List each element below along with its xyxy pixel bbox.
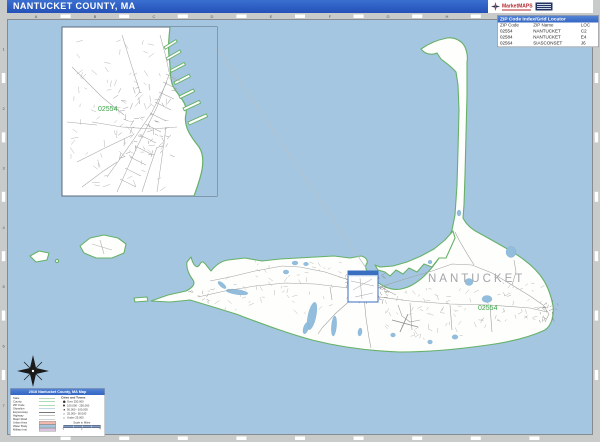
inset-leader-line [216, 46, 366, 268]
svg-text:2: 2 [2, 106, 5, 111]
svg-text:E: E [270, 14, 273, 19]
compass-rose-icon [17, 355, 49, 387]
map-artwork: 02554 NANTUCKET 02554 [0, 0, 600, 442]
logo-underline [502, 10, 531, 11]
svg-text:A: A [35, 14, 38, 19]
svg-text:C: C [153, 14, 156, 19]
town-callout-box [348, 271, 378, 302]
svg-text:F: F [329, 14, 332, 19]
legend-boundaries: State County ZIP Code Shoreline Expressw… [13, 397, 61, 432]
legend-cities: Cities and Towns Over 250,000 100,000 - … [61, 397, 103, 432]
inset-map: 02554 [62, 27, 217, 196]
legend-panel: 2016 Nantucket County, MA Map State Coun… [10, 388, 105, 437]
logo-brand-text: MarketMAPS [502, 4, 533, 9]
svg-text:1: 1 [2, 47, 5, 52]
logo-badge [536, 3, 553, 11]
scale-bar: Scale in Miles 0 2 4 [61, 422, 103, 431]
map-title: NANTUCKET COUNTY, MA [7, 0, 490, 13]
svg-text:G: G [386, 14, 389, 19]
inset-zip-label: 02554 [98, 106, 118, 113]
svg-text:D: D [211, 14, 214, 19]
marketmaps-logo: MarketMAPS [488, 0, 593, 13]
table-row: 02564 SIASCONSET J6 [498, 41, 599, 47]
svg-text:B: B [94, 14, 97, 19]
svg-text:4: 4 [2, 225, 5, 230]
svg-text:7: 7 [2, 403, 5, 408]
tuckernuck-island [80, 235, 126, 258]
svg-text:5: 5 [2, 284, 5, 289]
logo-pinwheel-icon [491, 2, 500, 11]
zip-index-panel: ZIP Code Index/Grid Locator ZIP Code ZIP… [497, 15, 599, 47]
county-label: NANTUCKET [428, 273, 525, 285]
zip-index-header: ZIP Code Index/Grid Locator [498, 16, 599, 23]
svg-text:H: H [446, 14, 449, 19]
muskeget-island [30, 251, 49, 262]
svg-text:6: 6 [2, 344, 5, 349]
zip-label-main: 02554 [478, 305, 498, 312]
svg-text:3: 3 [2, 165, 5, 170]
